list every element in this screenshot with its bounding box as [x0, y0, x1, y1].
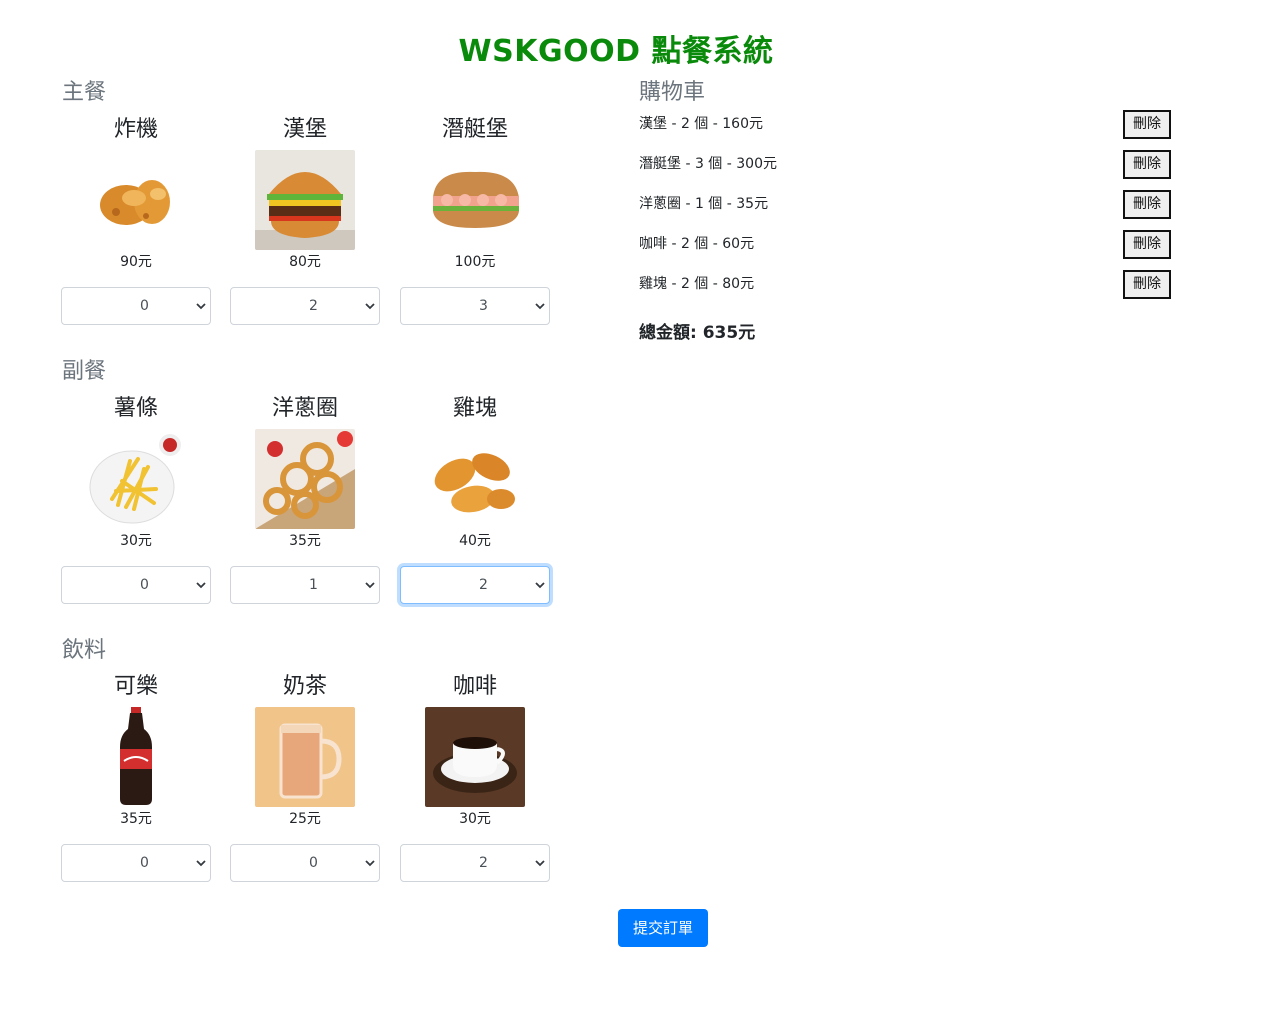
- cart-item-text: 潛艇堡 - 3 個 - 300元: [639, 156, 777, 172]
- item-name: 奶茶: [282, 674, 327, 699]
- item-name: 洋蔥圈: [271, 396, 338, 421]
- quantity-value: 0: [140, 577, 149, 593]
- quantity-select[interactable]: 2: [400, 844, 550, 882]
- hamburger-image: [255, 150, 355, 250]
- quantity-select[interactable]: 2: [400, 566, 550, 604]
- quantity-value: 0: [140, 855, 149, 871]
- chevron-down-icon: [365, 582, 375, 589]
- cart-item-text: 漢堡 - 2 個 - 160元: [639, 116, 763, 132]
- item-price: 30元: [120, 533, 152, 549]
- item-price: 30元: [459, 811, 491, 827]
- quantity-select[interactable]: 0: [61, 844, 211, 882]
- chevron-down-icon: [196, 303, 206, 310]
- item-name: 漢堡: [282, 117, 327, 142]
- quantity-value: 1: [309, 577, 318, 593]
- fries-image: [86, 429, 186, 529]
- section-title-drinks: 飲料: [62, 638, 107, 663]
- quantity-select[interactable]: 0: [230, 844, 380, 882]
- chicken-nuggets-image: [425, 429, 525, 529]
- onion-rings-image: [255, 429, 355, 529]
- quantity-select[interactable]: 1: [230, 566, 380, 604]
- quantity-value: 0: [140, 298, 149, 314]
- cart-item-text: 咖啡 - 2 個 - 60元: [639, 236, 755, 252]
- item-price: 35元: [289, 533, 321, 549]
- chevron-down-icon: [535, 303, 545, 310]
- item-price: 40元: [459, 533, 491, 549]
- delete-button[interactable]: 刪除: [1123, 150, 1171, 179]
- section-title-main: 主餐: [62, 80, 107, 105]
- delete-button[interactable]: 刪除: [1123, 270, 1171, 299]
- coffee-cup-image: [425, 707, 525, 807]
- cart-item-text: 雞塊 - 2 個 - 80元: [639, 276, 755, 292]
- item-price: 25元: [289, 811, 321, 827]
- delete-button[interactable]: 刪除: [1123, 190, 1171, 219]
- milk-tea-image: [255, 707, 355, 807]
- quantity-select[interactable]: 3: [400, 287, 550, 325]
- fried-chicken-image: [86, 150, 186, 250]
- chevron-down-icon: [196, 860, 206, 867]
- quantity-value: 2: [479, 577, 488, 593]
- submarine-sandwich-image: [425, 150, 525, 250]
- cart-item-text: 洋蔥圈 - 1 個 - 35元: [639, 196, 769, 212]
- item-name: 薯條: [113, 396, 158, 421]
- quantity-value: 2: [479, 855, 488, 871]
- quantity-value: 2: [309, 298, 318, 314]
- chevron-down-icon: [535, 582, 545, 589]
- item-name: 可樂: [113, 674, 158, 699]
- chevron-down-icon: [196, 582, 206, 589]
- quantity-select[interactable]: 0: [61, 566, 211, 604]
- section-title-side: 副餐: [62, 359, 107, 384]
- chevron-down-icon: [535, 860, 545, 867]
- cart-total: 總金額: 635元: [639, 323, 756, 343]
- item-name: 炸機: [113, 117, 158, 142]
- submit-order-button[interactable]: 提交訂單: [618, 909, 708, 947]
- quantity-value: 3: [479, 298, 488, 314]
- item-name: 咖啡: [452, 674, 497, 699]
- item-price: 90元: [120, 254, 152, 270]
- cola-bottle-image: [86, 707, 186, 807]
- item-price: 100元: [454, 254, 496, 270]
- chevron-down-icon: [365, 860, 375, 867]
- page-title: WSKGOOD 點餐系統: [458, 34, 774, 69]
- delete-button[interactable]: 刪除: [1123, 110, 1171, 139]
- quantity-value: 0: [309, 855, 318, 871]
- item-name: 潛艇堡: [441, 117, 508, 142]
- cart-title: 購物車: [639, 80, 706, 105]
- item-price: 35元: [120, 811, 152, 827]
- chevron-down-icon: [365, 303, 375, 310]
- item-name: 雞塊: [452, 396, 497, 421]
- delete-button[interactable]: 刪除: [1123, 230, 1171, 259]
- quantity-select[interactable]: 2: [230, 287, 380, 325]
- quantity-select[interactable]: 0: [61, 287, 211, 325]
- item-price: 80元: [289, 254, 321, 270]
